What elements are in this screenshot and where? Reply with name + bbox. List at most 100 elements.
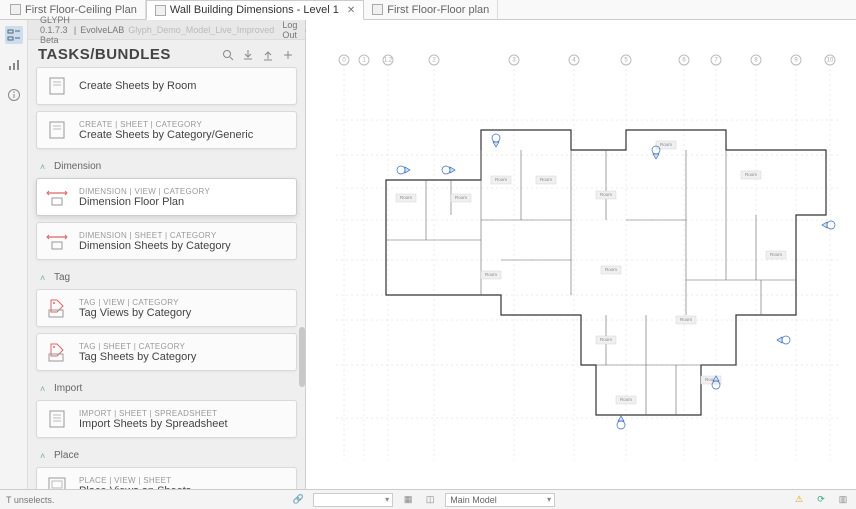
sheet-icon	[45, 118, 69, 142]
svg-text:10: 10	[827, 58, 834, 64]
dimension-icon	[45, 229, 69, 253]
card-crumbs: CREATE | SHEET | CATEGORY	[79, 120, 253, 129]
chevron-up-icon: ˄	[40, 273, 50, 283]
svg-text:4: 4	[572, 58, 576, 64]
card-label: Dimension Sheets by Category	[79, 240, 231, 252]
svg-text:2: 2	[432, 58, 436, 64]
svg-text:0: 0	[342, 58, 346, 64]
workset-select[interactable]: Main Model	[445, 493, 555, 507]
task-card[interactable]: DIMENSION | SHEET | CATEGORY Dimension S…	[36, 222, 297, 260]
chevron-up-icon: ˄	[40, 162, 50, 172]
card-label: Tag Views by Category	[79, 307, 191, 319]
logout-link[interactable]: Log Out	[282, 20, 297, 40]
scale-select[interactable]	[313, 493, 393, 507]
document-tabbar: First Floor-Ceiling Plan Wall Building D…	[0, 0, 856, 20]
close-icon[interactable]: ✕	[343, 5, 355, 16]
panel-body[interactable]: Create Sheets by Room CREATE | SHEET | C…	[28, 67, 305, 489]
svg-text:Room: Room	[745, 172, 757, 177]
info-icon[interactable]	[5, 86, 23, 104]
group-label: Tag	[54, 272, 70, 283]
card-label: Place Views on Sheets	[79, 485, 191, 490]
svg-text:Room: Room	[495, 177, 507, 182]
tab-label: First Floor-Floor plan	[387, 4, 489, 16]
sheet-icon	[45, 74, 69, 98]
svg-text:Room: Room	[770, 252, 782, 257]
card-crumbs: IMPORT | SHEET | SPREADSHEET	[79, 409, 228, 418]
group-header-tag[interactable]: ˄ Tag	[36, 266, 297, 289]
vendor-name: EvolveLAB	[80, 25, 124, 35]
card-crumbs: TAG | SHEET | CATEGORY	[79, 342, 196, 351]
view-icon	[10, 4, 21, 15]
tab-floor-plan[interactable]: First Floor-Floor plan	[364, 0, 498, 19]
card-label: Create Sheets by Category/Generic	[79, 129, 253, 141]
group-label: Place	[54, 450, 79, 461]
task-card[interactable]: DIMENSION | VIEW | CATEGORY Dimension Fl…	[36, 178, 297, 216]
file-name: Glyph_Demo_Model_Live_Improved	[128, 25, 274, 35]
svg-text:3: 3	[512, 58, 516, 64]
sheet-icon	[45, 407, 69, 431]
sidebar-iconstrip	[0, 20, 28, 489]
search-icon[interactable]	[221, 48, 235, 62]
svg-text:6: 6	[682, 58, 686, 64]
svg-text:Room: Room	[680, 317, 692, 322]
svg-text:Room: Room	[660, 142, 672, 147]
upload-icon[interactable]	[261, 48, 275, 62]
tag-icon	[45, 296, 69, 320]
svg-text:9: 9	[794, 58, 798, 64]
task-card[interactable]: TAG | SHEET | CATEGORY Tag Sheets by Cat…	[36, 333, 297, 371]
link-icon[interactable]: 🔗	[291, 493, 305, 507]
tab-ceiling-plan[interactable]: First Floor-Ceiling Plan	[2, 0, 146, 19]
tab-wall-dimensions[interactable]: Wall Building Dimensions - Level 1 ✕	[146, 0, 364, 20]
card-label: Dimension Floor Plan	[79, 196, 210, 208]
svg-text:7: 7	[714, 58, 718, 64]
view-icon	[155, 5, 166, 16]
panel-titlebar: GLYPH 0.1.7.3 Beta | EvolveLAB Glyph_Dem…	[28, 20, 305, 40]
task-card[interactable]: PLACE | VIEW | SHEET Place Views on Shee…	[36, 467, 297, 489]
task-card[interactable]: CREATE | SHEET | CATEGORY Create Sheets …	[36, 111, 297, 149]
filter-icon[interactable]: ▥	[836, 493, 850, 507]
group-label: Dimension	[54, 161, 101, 172]
floor-plan-svg: 0 1 1.2 2 3 4 5 6 7 8 9 10 Room Room Room Room Room Room…	[306, 20, 856, 489]
svg-text:1: 1	[362, 58, 366, 64]
chart-icon[interactable]	[5, 56, 23, 74]
card-crumbs: DIMENSION | SHEET | CATEGORY	[79, 231, 231, 240]
chevron-up-icon: ˄	[40, 451, 50, 461]
svg-text:Room: Room	[620, 397, 632, 402]
dimension-icon	[45, 185, 69, 209]
status-hint: T unselects.	[6, 495, 54, 505]
svg-text:8: 8	[754, 58, 758, 64]
task-card[interactable]: IMPORT | SHEET | SPREADSHEET Import Shee…	[36, 400, 297, 438]
card-label: Tag Sheets by Category	[79, 351, 196, 363]
grid-toggle-icon[interactable]: ▦	[401, 493, 415, 507]
chevron-up-icon: ˄	[40, 384, 50, 394]
svg-text:Room: Room	[605, 267, 617, 272]
task-card[interactable]: Create Sheets by Room	[36, 67, 297, 105]
drawing-canvas[interactable]: 0 1 1.2 2 3 4 5 6 7 8 9 10 Room Room Room Room Room Room…	[306, 20, 856, 489]
group-header-dimension[interactable]: ˄ Dimension	[36, 155, 297, 178]
svg-text:Room: Room	[455, 195, 467, 200]
svg-text:5: 5	[624, 58, 628, 64]
group-header-place[interactable]: ˄ Place	[36, 444, 297, 467]
card-label: Import Sheets by Spreadsheet	[79, 418, 228, 430]
task-card[interactable]: TAG | VIEW | CATEGORY Tag Views by Categ…	[36, 289, 297, 327]
card-crumbs: DIMENSION | VIEW | CATEGORY	[79, 187, 210, 196]
tasks-icon[interactable]	[5, 26, 23, 44]
svg-text:Room: Room	[600, 192, 612, 197]
svg-text:Room: Room	[400, 195, 412, 200]
tag-icon	[45, 340, 69, 364]
download-icon[interactable]	[241, 48, 255, 62]
panel-header: TASKS/BUNDLES	[28, 40, 305, 67]
view-icon	[372, 4, 383, 15]
panel-title: TASKS/BUNDLES	[38, 46, 171, 63]
crop-icon[interactable]: ◫	[423, 493, 437, 507]
plus-icon[interactable]	[281, 48, 295, 62]
sync-icon[interactable]: ⟳	[814, 493, 828, 507]
group-label: Import	[54, 383, 82, 394]
svg-text:1.2: 1.2	[384, 58, 393, 64]
group-header-import[interactable]: ˄ Import	[36, 377, 297, 400]
tab-label: Wall Building Dimensions - Level 1	[170, 4, 339, 16]
svg-text:Room: Room	[485, 272, 497, 277]
scrollbar-thumb[interactable]	[299, 327, 305, 387]
status-bar: T unselects. 🔗 ▦ ◫ Main Model ⚠ ⟳ ▥	[0, 489, 856, 509]
warn-icon[interactable]: ⚠	[792, 493, 806, 507]
